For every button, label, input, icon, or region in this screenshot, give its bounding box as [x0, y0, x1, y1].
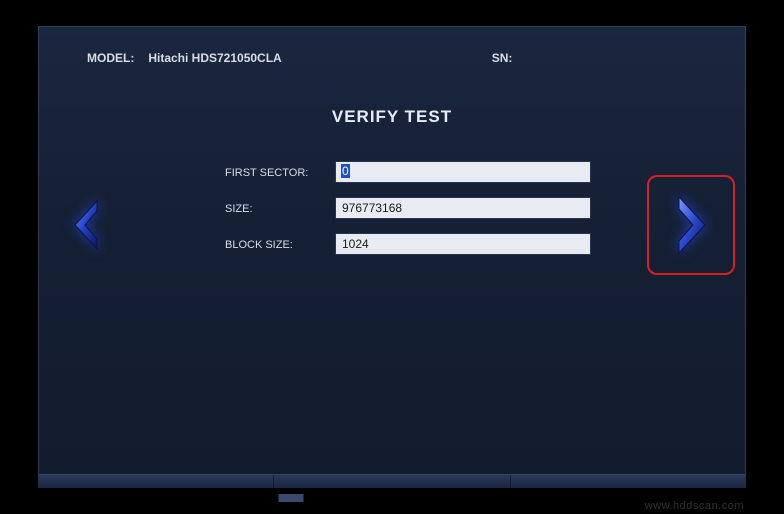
block-size-label: BLOCK SIZE:: [225, 237, 335, 251]
first-sector-label: FIRST SECTOR:: [225, 165, 335, 179]
model-label: MODEL:: [87, 51, 134, 65]
chevron-left-icon: [71, 199, 103, 251]
content-area: FIRST SECTOR: 0 SIZE: BLOCK SIZE:: [39, 161, 745, 401]
prev-button[interactable]: [63, 189, 111, 261]
block-size-input[interactable]: [335, 233, 591, 255]
dialog-panel: MODEL: Hitachi HDS721050CLA SN: VERIFY T…: [38, 26, 746, 478]
status-segment: [511, 475, 746, 488]
next-button[interactable]: [647, 175, 735, 275]
chevron-right-icon: [671, 193, 711, 257]
bottom-status-bar: [38, 474, 746, 488]
status-segment: [274, 475, 510, 488]
watermark-text: www.hddscan.com: [645, 500, 744, 512]
scroll-handle[interactable]: [278, 494, 304, 502]
first-sector-input[interactable]: [335, 161, 591, 183]
sn-label: SN:: [492, 51, 513, 65]
status-segment: [38, 475, 274, 488]
page-title: VERIFY TEST: [39, 107, 745, 127]
model-value: Hitachi HDS721050CLA: [148, 51, 281, 65]
size-label: SIZE:: [225, 201, 335, 215]
size-input[interactable]: [335, 197, 591, 219]
drive-info-header: MODEL: Hitachi HDS721050CLA SN:: [39, 51, 745, 65]
